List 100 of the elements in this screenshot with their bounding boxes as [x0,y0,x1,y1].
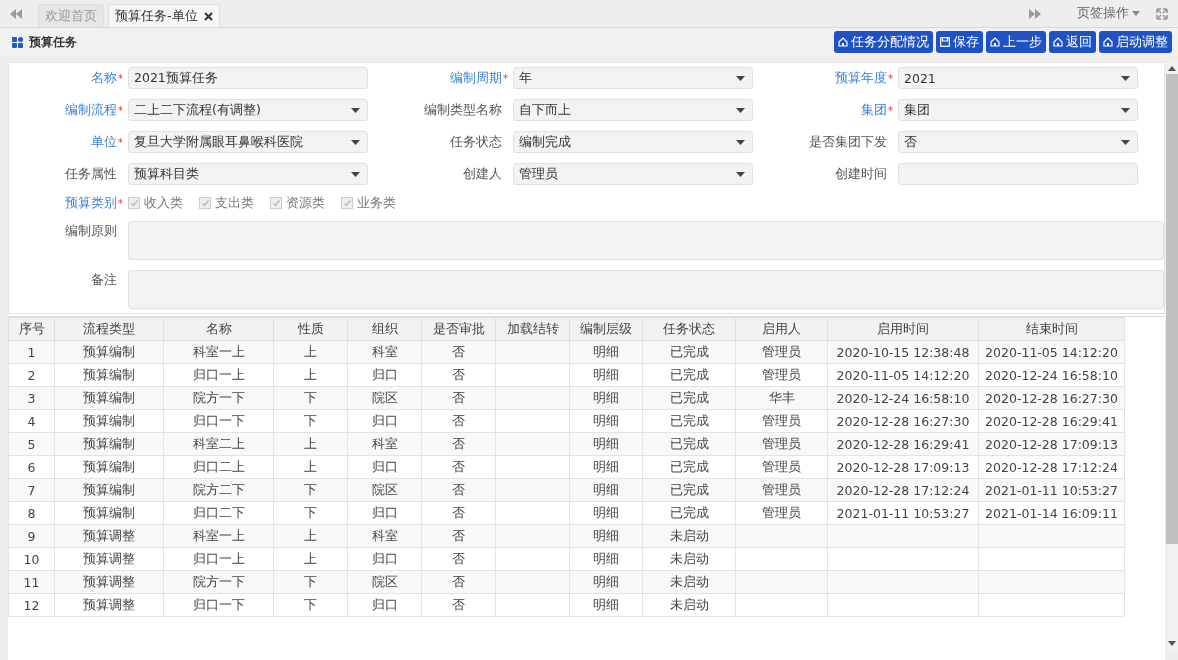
table-cell: 2020-12-28 16:27:30 [827,409,979,433]
table-cell: 2021-01-11 10:53:27 [978,478,1125,502]
dropdown-caret-icon [1121,108,1130,113]
field-label: 编制原则 [64,222,117,240]
dropdown-caret-icon [736,76,745,81]
field-label: 名称 [90,69,117,87]
tab-label: 预算任务-单位 [115,7,198,25]
page-title: 预算任务 [29,33,77,51]
table-cell: 2020-12-28 16:29:41 [978,409,1125,433]
select-field[interactable]: 二上二下流程(有调整) [128,99,368,121]
table-cell: 院方二下 [163,478,274,502]
toolbar-button[interactable]: 任务分配情况 [834,31,933,53]
table-cell: 9 [8,524,55,548]
scroll-up-icon[interactable] [1167,66,1176,71]
select-field[interactable]: 年 [513,67,753,89]
fullscreen-icon[interactable] [1156,7,1168,20]
scroll-left-icon[interactable] [10,8,22,19]
dropdown-caret-icon [351,108,360,113]
dropdown-caret-icon [351,140,360,145]
field-label: 是否集团下发 [808,133,887,151]
table-cell: 2020-12-28 17:12:24 [978,455,1125,479]
table-cell: 科室二上 [163,432,274,456]
column-header: 任务状态 [642,317,736,341]
table-cell: 院方一下 [163,570,274,594]
field-label: 备注 [90,271,117,289]
dropdown-caret-icon [1121,76,1130,81]
table-cell: 10 [8,547,55,571]
table-cell: 1 [8,340,55,364]
select-field[interactable]: 否 [898,131,1138,153]
input-field[interactable] [898,163,1138,185]
scroll-down-icon[interactable] [1167,641,1176,646]
toolbar-button[interactable]: 上一步 [986,31,1046,53]
column-header: 启用人 [735,317,828,341]
table-cell: 4 [8,409,55,433]
column-header: 是否审批 [421,317,496,341]
field-label: 创建人 [462,165,502,183]
table-cell: 归口二下 [163,501,274,525]
table-cell: 12 [8,593,55,617]
column-header: 编制层级 [569,317,643,341]
column-header: 组织 [347,317,422,341]
table-cell: 2020-10-15 12:38:48 [827,340,979,364]
table-cell: 7 [8,478,55,502]
table-cell: 2020-12-24 16:58:10 [978,363,1125,387]
home-icon [1103,37,1113,47]
table-cell: 8 [8,501,55,525]
field-label: 单位 [90,133,117,151]
required-mark: * [888,72,893,84]
required-mark: * [118,197,123,209]
column-header: 流程类型 [54,317,164,341]
column-header: 性质 [273,317,348,341]
field-label: 编制类型名称 [423,101,502,119]
field-label: 集团 [860,101,887,119]
input-field[interactable]: 2021预算任务 [128,67,368,89]
table-cell: 2 [8,363,55,387]
table-cell: 2020-11-05 14:12:20 [827,363,979,387]
check-icon [200,198,210,208]
required-mark: * [503,72,508,84]
select-field[interactable]: 预算科目类 [128,163,368,185]
table-cell: 2020-12-28 16:27:30 [978,386,1125,410]
required-mark: * [118,136,123,148]
required-mark: * [888,104,893,116]
field-label: 创建时间 [834,165,887,183]
select-field[interactable]: 编制完成 [513,131,753,153]
select-field[interactable]: 管理员 [513,163,753,185]
toolbar-button[interactable]: 返回 [1049,31,1096,53]
column-header: 名称 [163,317,274,341]
select-field[interactable]: 2021 [898,67,1138,89]
dropdown-caret-icon [736,108,745,113]
table-cell: 科室一上 [163,340,274,364]
table-cell: 科室一上 [163,524,274,548]
toolbar-button[interactable]: 启动调整 [1099,31,1172,53]
select-field[interactable]: 复旦大学附属眼耳鼻喉科医院 [128,131,368,153]
select-field[interactable]: 自下而上 [513,99,753,121]
close-icon[interactable] [203,11,213,21]
table-cell: 2020-12-28 17:09:13 [827,455,979,479]
dropdown-caret-icon [736,140,745,145]
table-cell: 11 [8,570,55,594]
dropdown-caret-icon [351,172,360,177]
tab-label: 欢迎首页 [45,7,97,25]
check-icon [129,198,139,208]
table-cell: 归口一上 [163,547,274,571]
tab[interactable]: 预算任务-单位 [108,4,220,27]
tab-actions-menu[interactable]: 页签操作 [1077,5,1140,22]
required-mark: * [118,72,123,84]
table-cell: 归口一下 [163,593,274,617]
table-cell: 归口二上 [163,455,274,479]
select-field[interactable]: 集团 [898,99,1138,121]
column-header: 序号 [8,317,55,341]
table-cell: 2021-01-11 10:53:27 [827,501,979,525]
field-label: 任务属性 [64,165,117,183]
scroll-right-icon[interactable] [1029,8,1041,19]
table-cell: 5 [8,432,55,456]
column-header: 加载结转 [495,317,570,341]
table-cell: 归口一上 [163,363,274,387]
field-label: 任务状态 [449,133,502,151]
toolbar-button[interactable]: 保存 [936,31,983,53]
table-cell: 2020-12-28 17:09:13 [978,432,1125,456]
check-icon [342,198,352,208]
table-cell: 归口一下 [163,409,274,433]
table-cell: 2020-12-28 17:12:24 [827,478,979,502]
